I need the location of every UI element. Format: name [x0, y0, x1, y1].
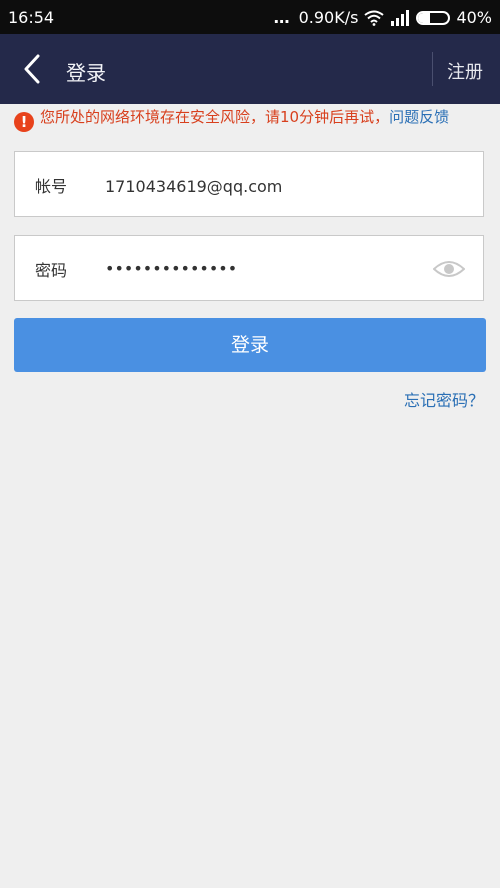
password-field[interactable]: 密码 ••••••••••••••	[14, 235, 484, 301]
forgot-password-link[interactable]: 忘记密码？	[404, 387, 484, 411]
more-dots-icon: …	[273, 8, 291, 27]
battery-fill	[418, 12, 431, 23]
password-input[interactable]: ••••••••••••••	[105, 259, 237, 278]
status-right: … 0.90K/s 40%	[274, 8, 492, 27]
back-button[interactable]	[14, 50, 50, 88]
page-title: 登录	[66, 61, 106, 85]
app-header: 登录 注册	[0, 34, 500, 104]
warning-message: 您所处的网络环境存在安全风险，请10分钟后再试，	[40, 108, 390, 126]
account-field[interactable]: 帐号 1710434619@qq.com	[14, 151, 484, 217]
status-bar: 16:54 … 0.90K/s 40%	[0, 0, 500, 34]
exclamation-icon: !	[14, 112, 34, 132]
login-button[interactable]: 登录	[14, 318, 486, 372]
chevron-left-icon	[24, 54, 40, 84]
warning-text: 您所处的网络环境存在安全风险，请10分钟后再试，问题反馈	[14, 109, 484, 126]
eye-icon[interactable]	[433, 260, 465, 278]
password-label: 密码	[35, 261, 68, 280]
battery-percent: 40%	[456, 8, 492, 27]
battery-icon	[416, 10, 451, 25]
header-divider	[432, 52, 433, 86]
account-label: 帐号	[35, 177, 68, 196]
account-input[interactable]: 1710434619@qq.com	[105, 177, 282, 196]
security-warning: ! 您所处的网络环境存在安全风险，请10分钟后再试，问题反馈	[14, 109, 484, 132]
register-button[interactable]: 注册	[447, 58, 483, 84]
wifi-icon	[364, 10, 385, 26]
feedback-link[interactable]: 问题反馈	[389, 108, 449, 126]
network-speed: 0.90K/s	[298, 8, 359, 27]
status-time: 16:54	[8, 8, 55, 27]
signal-icon	[391, 9, 410, 26]
